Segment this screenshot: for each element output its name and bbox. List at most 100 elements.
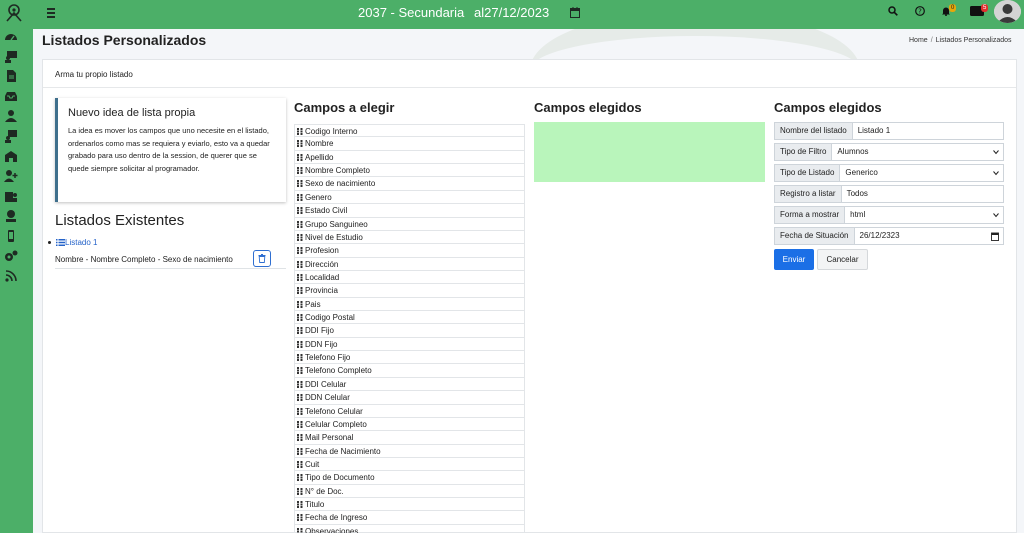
user-shield-icon[interactable]	[4, 209, 18, 223]
classroom-icon[interactable]	[4, 129, 18, 143]
drag-handle-icon[interactable]	[297, 340, 303, 348]
drag-handle-icon[interactable]	[297, 394, 303, 402]
drag-handle-icon[interactable]	[297, 327, 303, 335]
drag-handle-icon[interactable]	[297, 501, 303, 509]
settings-cogs-icon[interactable]	[4, 249, 18, 263]
main-card: Arma tu propio listado Nuevo idea de lis…	[42, 59, 1017, 533]
drag-handle-icon[interactable]	[297, 128, 303, 135]
drag-handle-icon[interactable]	[297, 260, 303, 268]
tipo-listado-select[interactable]: Generico	[840, 164, 1004, 182]
campo-item[interactable]: Dirección	[294, 257, 525, 271]
drag-handle-icon[interactable]	[297, 287, 303, 295]
campo-item[interactable]: Celular Completo	[294, 417, 525, 432]
drag-handle-icon[interactable]	[297, 460, 303, 468]
school-icon[interactable]	[4, 149, 18, 163]
campo-item[interactable]: Titulo	[294, 498, 525, 512]
staff-icon[interactable]	[4, 189, 18, 203]
campo-item[interactable]: Cuit	[294, 457, 525, 472]
calendar-icon[interactable]	[991, 232, 999, 241]
campo-item[interactable]: Fecha de Nacimiento	[294, 444, 525, 458]
calendar-icon[interactable]	[570, 7, 580, 18]
drag-handle-icon[interactable]	[297, 193, 303, 201]
drag-handle-icon[interactable]	[297, 487, 303, 495]
fecha-situacion-input[interactable]: 26/12/2323	[854, 227, 1004, 245]
drag-handle-icon[interactable]	[297, 527, 303, 533]
rss-icon[interactable]	[4, 269, 18, 283]
drag-handle-icon[interactable]	[297, 180, 303, 188]
search-icon[interactable]	[888, 6, 898, 16]
inbox-icon[interactable]	[4, 89, 18, 103]
app-logo-icon[interactable]	[3, 2, 25, 24]
drag-handle-icon[interactable]	[297, 220, 303, 228]
campo-item[interactable]: Telefono Celular	[294, 404, 525, 418]
campo-item[interactable]: Provincia	[294, 284, 525, 298]
user-avatar[interactable]	[994, 0, 1021, 23]
campo-item[interactable]: Nivel de Estudio	[294, 230, 525, 245]
campo-item-label: Genero	[305, 192, 332, 202]
campo-item[interactable]: Telefono Fijo	[294, 351, 525, 365]
registro-listar-input[interactable]: Todos	[841, 185, 1004, 203]
delete-listado-button[interactable]	[253, 250, 271, 267]
drag-handle-icon[interactable]	[297, 447, 303, 455]
nombre-listado-input[interactable]: Listado 1	[852, 122, 1004, 140]
campo-item[interactable]: Pais	[294, 297, 525, 312]
drag-handle-icon[interactable]	[297, 407, 303, 415]
forma-mostrar-select[interactable]: html	[845, 206, 1004, 224]
campo-item[interactable]: Codigo Postal	[294, 311, 525, 325]
campo-item[interactable]: Sexo de nacimiento	[294, 177, 525, 191]
drag-handle-icon[interactable]	[297, 233, 303, 241]
drag-handle-icon[interactable]	[297, 354, 303, 362]
campo-item[interactable]: Genero	[294, 190, 525, 205]
campos-elegir-title: Campos a elegir	[294, 100, 395, 115]
add-user-icon[interactable]	[4, 169, 18, 183]
drag-handle-icon[interactable]	[297, 474, 303, 482]
enviar-button[interactable]: Enviar	[774, 249, 814, 270]
students-icon[interactable]	[4, 109, 18, 123]
campos-elegidos-dropzone[interactable]	[534, 122, 765, 182]
campo-item[interactable]: Mail Personal	[294, 431, 525, 445]
drag-handle-icon[interactable]	[297, 380, 303, 388]
campo-item[interactable]: Tipo de Documento	[294, 471, 525, 485]
drag-handle-icon[interactable]	[297, 420, 303, 428]
help-icon[interactable]: ?	[915, 6, 925, 16]
drag-handle-icon[interactable]	[297, 207, 303, 215]
campo-item[interactable]: Profesion	[294, 244, 525, 258]
campo-item[interactable]: Grupo Sanguineo	[294, 217, 525, 231]
campo-item[interactable]: Telefono Completo	[294, 364, 525, 378]
dashboard-icon[interactable]	[4, 30, 18, 44]
menu-toggle-icon[interactable]	[47, 8, 55, 18]
drag-handle-icon[interactable]	[297, 273, 303, 281]
registro-listar-label: Registro a listar	[774, 185, 842, 203]
campo-item[interactable]: Nombre	[294, 137, 525, 151]
breadcrumb-home[interactable]: Home	[909, 37, 928, 44]
drag-handle-icon[interactable]	[297, 314, 303, 322]
campo-item[interactable]: DDN Fijo	[294, 337, 525, 352]
campo-item[interactable]: Observaciones	[294, 524, 525, 533]
teacher-board-icon[interactable]	[4, 49, 18, 63]
campo-item[interactable]: Fecha de Ingreso	[294, 511, 525, 525]
campo-item[interactable]: N° de Doc.	[294, 484, 525, 499]
campo-item[interactable]: DDI Fijo	[294, 324, 525, 338]
drag-handle-icon[interactable]	[297, 140, 303, 148]
document-icon[interactable]	[4, 69, 18, 83]
campo-item[interactable]: DDN Celular	[294, 391, 525, 405]
drag-handle-icon[interactable]	[297, 153, 303, 161]
drag-handle-icon[interactable]	[297, 247, 303, 255]
campo-item[interactable]: Estado Civil	[294, 204, 525, 218]
drag-handle-icon[interactable]	[297, 514, 303, 522]
mobile-icon[interactable]	[4, 229, 18, 243]
campo-item[interactable]: DDI Celular	[294, 377, 525, 392]
drag-handle-icon[interactable]	[297, 300, 303, 308]
existentes-item[interactable]: Listado 1	[48, 238, 278, 247]
campo-item[interactable]: Codigo Interno	[294, 124, 525, 138]
cancelar-button[interactable]: Cancelar	[817, 249, 868, 270]
drag-handle-icon[interactable]	[297, 367, 303, 375]
existentes-item-description: Nombre - Nombre Completo - Sexo de nacim…	[55, 255, 233, 264]
campo-item[interactable]: Apellido	[294, 150, 525, 165]
campo-item[interactable]: Nombre Completo	[294, 164, 525, 178]
drag-handle-icon[interactable]	[297, 167, 303, 175]
tipo-filtro-select[interactable]: Alumnos	[832, 143, 1004, 161]
existentes-item-label[interactable]: Listado 1	[65, 238, 97, 247]
drag-handle-icon[interactable]	[297, 434, 303, 442]
campo-item[interactable]: Localidad	[294, 270, 525, 285]
